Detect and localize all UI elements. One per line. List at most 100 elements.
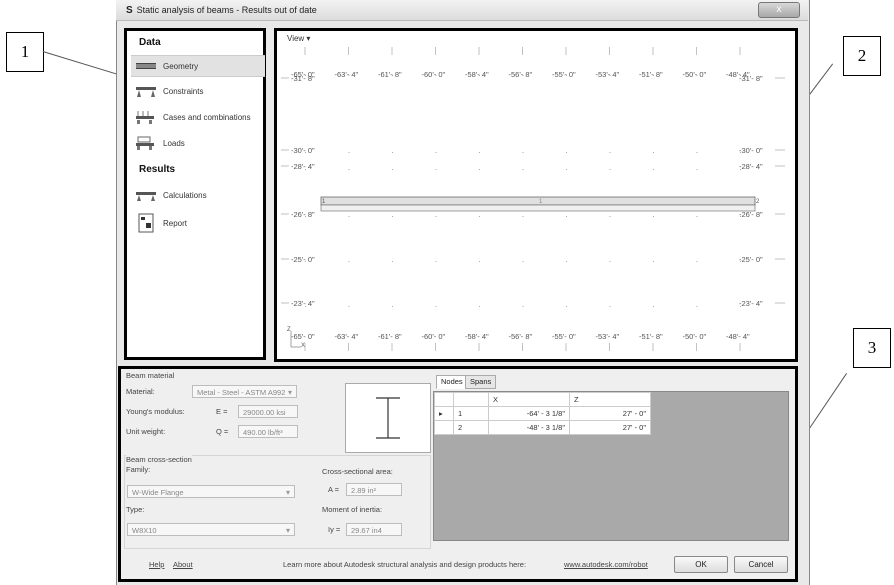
- grid-dot: [522, 152, 524, 153]
- table-row[interactable]: 2 -48' - 3 1/8" 27' - 0": [434, 420, 651, 435]
- grid-dot: [653, 306, 654, 307]
- top-ruler-label: -60'- 0": [422, 70, 446, 79]
- ok-button[interactable]: OK: [674, 556, 728, 573]
- grid-dot: [392, 152, 393, 153]
- callout-2: 2: [843, 36, 881, 76]
- sidebar-item-label: Constraints: [163, 86, 204, 96]
- beam-view-canvas: -65'- 0" -63'- 4" -61'- 8" -60'- 0" -58'- 4"…: [281, 47, 785, 351]
- grid-dot: [566, 261, 567, 262]
- cases-icon: [136, 111, 154, 124]
- sidebar-item-cases[interactable]: Cases and combinations: [131, 107, 265, 127]
- grid-dot: [696, 152, 698, 153]
- i-beam-icon: [376, 397, 400, 439]
- about-link[interactable]: About: [173, 560, 193, 569]
- axis-x-label: X: [301, 343, 305, 349]
- beam-view[interactable]: View ▾ -65'- 0" -63'- 4" -61'- 8" -60'- 0" -…: [274, 28, 798, 362]
- node-z[interactable]: 27' - 0": [569, 406, 651, 421]
- grid-dot: [696, 169, 698, 170]
- grid-dot: [609, 306, 611, 307]
- grid-dot: [479, 216, 480, 217]
- learn-more-text: Learn more about Autodesk structural ana…: [283, 560, 527, 569]
- app-icon: S: [126, 5, 133, 16]
- axis-z-label: Z: [287, 327, 291, 333]
- bottom-ruler-label: -63'- 4": [335, 332, 359, 341]
- grid-dot: [348, 261, 350, 262]
- grid-dot: [653, 169, 654, 170]
- material-select[interactable]: Metal - Steel - ASTM A992: [192, 385, 297, 399]
- callout-1: 1: [6, 32, 44, 72]
- sidebar-item-calculations[interactable]: Calculations: [131, 185, 265, 205]
- material-label: Material:: [126, 387, 155, 396]
- bottom-ruler-label: -61'- 8": [378, 332, 402, 341]
- area-label: Cross-sectional area:: [322, 467, 393, 476]
- tab-nodes[interactable]: Nodes: [436, 375, 468, 389]
- results-header: Results: [139, 164, 176, 175]
- youngs-symbol: E =: [216, 407, 228, 416]
- top-ruler-label: -56'- 8": [509, 70, 533, 79]
- youngs-modulus-field[interactable]: 29000.00 ksi: [238, 405, 298, 418]
- right-ruler-label: -31'- 8": [739, 74, 763, 83]
- top-ruler-label: -63'- 4": [335, 70, 359, 79]
- grid-dot: [566, 152, 567, 153]
- area-field[interactable]: 2.89 in²: [346, 483, 402, 496]
- grid-dot: [522, 261, 524, 262]
- grid-dot: [348, 152, 350, 153]
- grid-dot: [566, 169, 567, 170]
- node-x[interactable]: -48' - 3 1/8": [488, 420, 570, 435]
- bottom-ruler-label: -65'- 0": [291, 332, 315, 341]
- grid-dot: [522, 306, 524, 307]
- grid-dot: [566, 216, 567, 217]
- table-row[interactable]: ▸ 1 -64' - 3 1/8" 27' - 0": [434, 406, 651, 421]
- cancel-button[interactable]: Cancel: [734, 556, 788, 573]
- help-link[interactable]: Help: [149, 560, 164, 569]
- properties-panel: Beam material Material: Metal - Steel - …: [118, 366, 798, 582]
- grid-dot: [522, 169, 524, 170]
- grid-dot: [348, 306, 350, 307]
- bottom-ruler-label: -56'- 8": [509, 332, 533, 341]
- left-ruler-label: -28'- 4": [291, 162, 315, 171]
- node-x[interactable]: -64' - 3 1/8": [488, 406, 570, 421]
- close-button[interactable]: x: [758, 2, 800, 18]
- calculations-icon: [136, 192, 156, 201]
- grid-dot: [479, 169, 480, 170]
- youngs-modulus-label: Young's modulus:: [126, 407, 185, 416]
- row-marker-icon: ▸: [434, 406, 454, 421]
- autodesk-link[interactable]: www.autodesk.com/robot: [564, 560, 648, 569]
- grid-dot: [435, 306, 437, 307]
- type-select[interactable]: W8X10: [127, 523, 295, 537]
- sidebar-item-label: Calculations: [163, 190, 207, 200]
- unit-weight-symbol: Q =: [216, 427, 229, 436]
- left-ruler-label: -31'- 8": [291, 74, 315, 83]
- unit-weight-field[interactable]: 490.00 lb/ft³: [238, 425, 298, 438]
- grid-dot: [479, 152, 480, 153]
- top-ruler-label: -58'- 4": [465, 70, 489, 79]
- unit-weight-label: Unit weight:: [126, 427, 166, 436]
- top-ruler-label: -55'- 0": [552, 70, 576, 79]
- tab-spans[interactable]: Spans: [465, 375, 497, 389]
- bottom-ruler-label: -51'- 8": [639, 332, 663, 341]
- inertia-symbol: Iy =: [328, 525, 341, 534]
- right-ruler-label: -30'- 0": [739, 146, 763, 155]
- sidebar-item-label: Geometry: [163, 61, 199, 71]
- grid-dot: [479, 261, 480, 262]
- sidebar-item-constraints[interactable]: Constraints: [131, 81, 265, 101]
- node-id: 2: [453, 420, 489, 435]
- grid-dot: [696, 306, 698, 307]
- sidebar-item-label: Report: [163, 218, 188, 228]
- sidebar-item-loads[interactable]: Loads: [131, 133, 265, 153]
- grid-dot: [348, 216, 350, 217]
- node-z[interactable]: 27' - 0": [569, 420, 651, 435]
- family-select[interactable]: W-Wide Flange: [127, 485, 295, 499]
- sidebar-item-geometry[interactable]: Geometry: [131, 55, 265, 77]
- data-header: Data: [139, 37, 161, 48]
- sidebar-item-report[interactable]: Report: [131, 211, 265, 235]
- table-header: X Z: [434, 392, 651, 407]
- callout-3: 3: [853, 328, 891, 368]
- left-ruler-label: -30'- 0": [291, 146, 315, 155]
- grid-dot: [609, 169, 611, 170]
- grid-dot: [609, 261, 611, 262]
- section-group-title: Beam cross-section: [126, 455, 192, 464]
- inertia-label: Moment of inertia:: [322, 505, 383, 514]
- inertia-field[interactable]: 29.67 in4: [346, 523, 402, 536]
- right-ruler-label: -26'- 8": [739, 210, 763, 219]
